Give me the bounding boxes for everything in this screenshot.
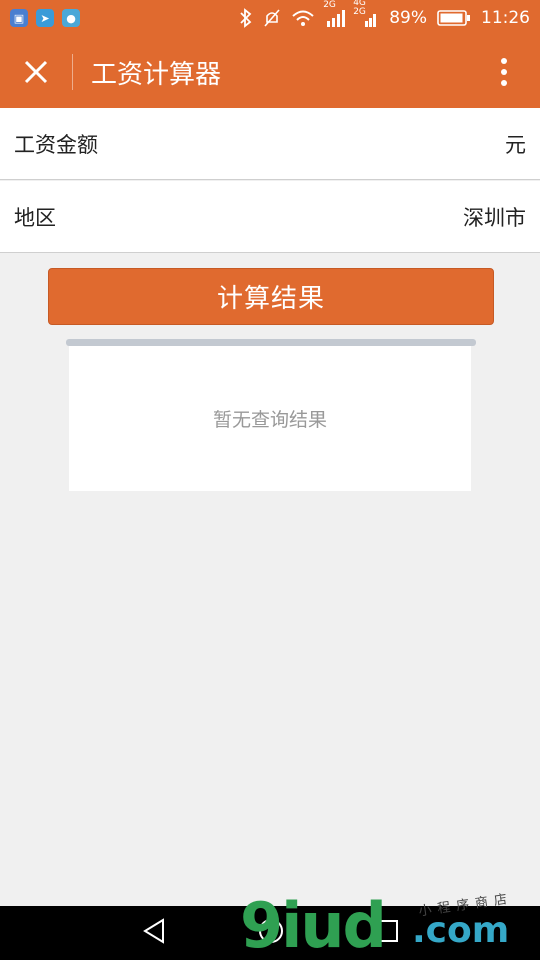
bluetooth-icon: [239, 8, 253, 28]
more-options-button[interactable]: [468, 36, 540, 108]
network-type-1: 2G: [323, 0, 336, 10]
title-bar: 工资计算器: [0, 36, 540, 108]
network-type-2-bottom: 2G: [353, 7, 366, 17]
back-nav-button[interactable]: [141, 917, 167, 949]
battery-percent: 89%: [389, 8, 427, 28]
battery-icon: [437, 9, 471, 27]
home-nav-button[interactable]: [257, 917, 285, 949]
home-circle-icon: [259, 919, 283, 943]
calculate-button[interactable]: 计算结果: [48, 268, 494, 325]
signal-icon-1: 2G: [323, 0, 347, 27]
gallery-notification-icon: ▣: [10, 9, 28, 27]
clock: 11:26: [481, 8, 530, 28]
salary-unit: 元: [505, 132, 526, 157]
result-panel-top-bar: [66, 339, 476, 346]
result-panel: 暂无查询结果: [69, 346, 471, 491]
region-value: 深圳市: [463, 205, 526, 230]
title-divider: [72, 54, 73, 90]
close-icon: [24, 60, 48, 84]
salary-amount-label: 工资金额: [14, 132, 98, 157]
status-bar: ▣ ➤ ● 2G 4G 2G 89% 11:26: [0, 0, 540, 36]
signal-icon-2: 4G 2G: [353, 0, 379, 27]
system-status: 2G 4G 2G 89% 11:26: [239, 0, 530, 28]
region-label: 地区: [14, 205, 56, 230]
wifi-icon: [291, 9, 315, 27]
region-selector[interactable]: 地区 深圳市: [0, 181, 540, 253]
message-notification-icon: ●: [62, 9, 80, 27]
more-vertical-icon: [501, 58, 507, 86]
empty-result-text: 暂无查询结果: [212, 409, 327, 431]
telegram-notification-icon: ➤: [36, 9, 54, 27]
back-triangle-icon: [143, 918, 164, 944]
page-title: 工资计算器: [91, 59, 222, 90]
notification-icons: ▣ ➤ ●: [10, 9, 80, 27]
mute-icon: [263, 8, 281, 28]
salary-amount-field[interactable]: 工资金额 元: [0, 108, 540, 180]
recents-nav-button[interactable]: [375, 919, 399, 947]
navigation-bar: [0, 906, 540, 960]
close-button[interactable]: [0, 36, 72, 108]
recents-square-icon: [376, 920, 398, 942]
